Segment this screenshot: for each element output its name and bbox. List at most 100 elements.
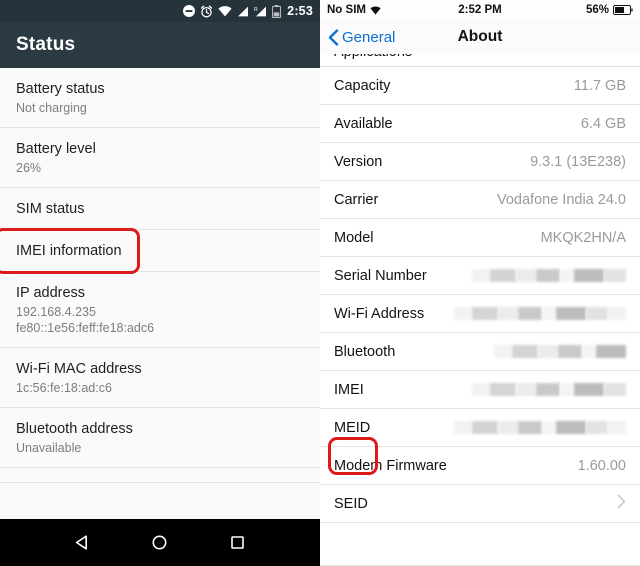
redaction-block <box>574 269 604 282</box>
ios-list-item[interactable]: Available 6.4 GB <box>320 105 640 143</box>
redaction-block <box>472 383 490 396</box>
list-tail-filler <box>0 468 320 483</box>
android-list-item[interactable]: SIM status <box>0 188 320 230</box>
android-navigation-bar <box>0 519 320 566</box>
redaction-block <box>560 269 574 282</box>
redacted-value <box>454 421 626 434</box>
ios-list-item[interactable]: Bluetooth <box>320 333 640 371</box>
list-item-title: Battery level <box>16 141 96 157</box>
ios-list-item[interactable]: Modem Firmware 1.60.00 <box>320 447 640 485</box>
list-item-label: Available <box>334 115 393 132</box>
redacted-value <box>454 307 626 320</box>
chevron-right-icon <box>617 494 626 513</box>
ios-clock: 2:52 PM <box>458 4 502 16</box>
subtitle-line: 26% <box>16 161 42 175</box>
redaction-block <box>518 421 542 434</box>
redaction-block <box>494 345 512 358</box>
carrier-label: No SIM <box>327 4 366 16</box>
redaction-block <box>516 383 536 396</box>
redaction-block <box>586 421 608 434</box>
android-status-icons: R <box>183 4 282 18</box>
redaction-block <box>472 421 498 434</box>
signal-icon <box>237 6 249 17</box>
redaction-block <box>498 421 518 434</box>
ios-list-item[interactable]: SEID <box>320 485 640 523</box>
list-item-label: SEID <box>334 495 368 512</box>
redaction-block <box>604 269 626 282</box>
list-item-title: IP address <box>16 285 86 301</box>
ios-list-item[interactable]: Version 9.3.1 (13E238) <box>320 143 640 181</box>
dual-screenshot-comparison: R 2:53 Status Battery status Not charging… <box>0 0 640 566</box>
redaction-block <box>582 345 596 358</box>
battery-icon <box>613 5 633 15</box>
redaction-block <box>490 269 516 282</box>
redaction-block <box>608 421 626 434</box>
list-item-label: Model <box>334 229 374 246</box>
ios-status-right: 56% <box>502 4 633 16</box>
android-list-item[interactable]: IP address192.168.4.235 fe80::1e56:feff:f… <box>0 272 320 348</box>
chevron-left-icon <box>328 28 339 46</box>
android-list-item[interactable]: Battery level 26% <box>0 128 320 188</box>
redaction-block <box>538 345 558 358</box>
android-settings-list: Battery status Not charging Battery level 2… <box>0 68 320 519</box>
redaction-block <box>454 421 472 434</box>
ios-about-list: Capacity 11.7 GB Available 6.4 GB Version 9.3… <box>320 67 640 565</box>
home-circle-icon[interactable] <box>147 530 173 556</box>
redaction-block <box>498 307 518 320</box>
ios-list-item[interactable]: MEID <box>320 409 640 447</box>
list-item-title: SIM status <box>16 201 85 217</box>
back-button-label: General <box>342 28 396 46</box>
list-item-title: Wi-Fi MAC address <box>16 361 142 377</box>
list-item-title: IMEI information <box>16 243 122 259</box>
ios-status-left: No SIM <box>327 4 458 16</box>
redaction-block <box>454 307 472 320</box>
redaction-block <box>574 383 604 396</box>
redacted-value <box>472 269 626 282</box>
android-list-item[interactable]: IMEI information <box>0 230 320 272</box>
redaction-block <box>472 307 498 320</box>
android-list-item[interactable]: Wi-Fi MAC address 1c:56:fe:18:ad:c6 <box>0 348 320 408</box>
redaction-block <box>596 345 626 358</box>
list-item-value: 1.60.00 <box>577 457 626 474</box>
ios-list-item[interactable]: IMEI <box>320 371 640 409</box>
ios-list-item[interactable]: Serial Number <box>320 257 640 295</box>
partial-row-label: Applications <box>334 54 412 60</box>
recents-square-icon[interactable] <box>224 530 250 556</box>
android-list-item[interactable]: Battery status Not charging <box>0 68 320 128</box>
page-title: Status <box>16 34 76 55</box>
list-item-value: 11.7 GB <box>573 77 626 94</box>
android-list-item[interactable]: Bluetooth address Unavailable <box>0 408 320 468</box>
ios-list-item[interactable]: Model MKQK2HN/A <box>320 219 640 257</box>
back-button-general[interactable]: General <box>328 29 395 46</box>
svg-text:R: R <box>254 7 258 13</box>
wifi-icon <box>370 5 381 15</box>
ios-list-item[interactable]: Wi-Fi Address <box>320 295 640 333</box>
ios-list-item[interactable]: Capacity 11.7 GB <box>320 67 640 105</box>
android-clock: 2:53 <box>287 4 313 18</box>
redaction-block <box>608 307 626 320</box>
list-item-value: 9.3.1 (13E238) <box>530 153 626 170</box>
redaction-block <box>556 421 586 434</box>
android-app-bar: Status <box>0 22 320 68</box>
list-item-subtitle: 192.168.4.235 fe80::1e56:feff:fe18:adc6 <box>16 304 304 336</box>
list-item-subtitle: 26% <box>16 160 304 176</box>
list-item-subtitle: 1c:56:fe:18:ad:c6 <box>16 380 304 396</box>
ios-list-item[interactable]: Carrier Vodafone India 24.0 <box>320 181 640 219</box>
redaction-block <box>536 269 560 282</box>
redaction-block <box>586 307 608 320</box>
roaming-signal-icon: R <box>254 6 267 17</box>
redaction-block <box>542 421 556 434</box>
do-not-disturb-icon <box>183 5 196 17</box>
subtitle-line: Unavailable <box>16 441 82 455</box>
subtitle-line: fe80::1e56:feff:fe18:adc6 <box>16 321 155 335</box>
back-triangle-icon[interactable] <box>70 530 96 556</box>
list-item-label: Wi-Fi Address <box>334 305 425 322</box>
redacted-value <box>472 383 626 396</box>
redacted-value <box>494 345 626 358</box>
partial-row-above[interactable]: Applications <box>320 54 640 67</box>
battery-percent-label: 56% <box>585 4 609 16</box>
list-item-value: Vodafone India 24.0 <box>496 191 626 208</box>
redaction-block <box>512 345 538 358</box>
list-item-subtitle: Not charging <box>16 100 304 116</box>
list-item-label: Bluetooth <box>334 343 396 360</box>
